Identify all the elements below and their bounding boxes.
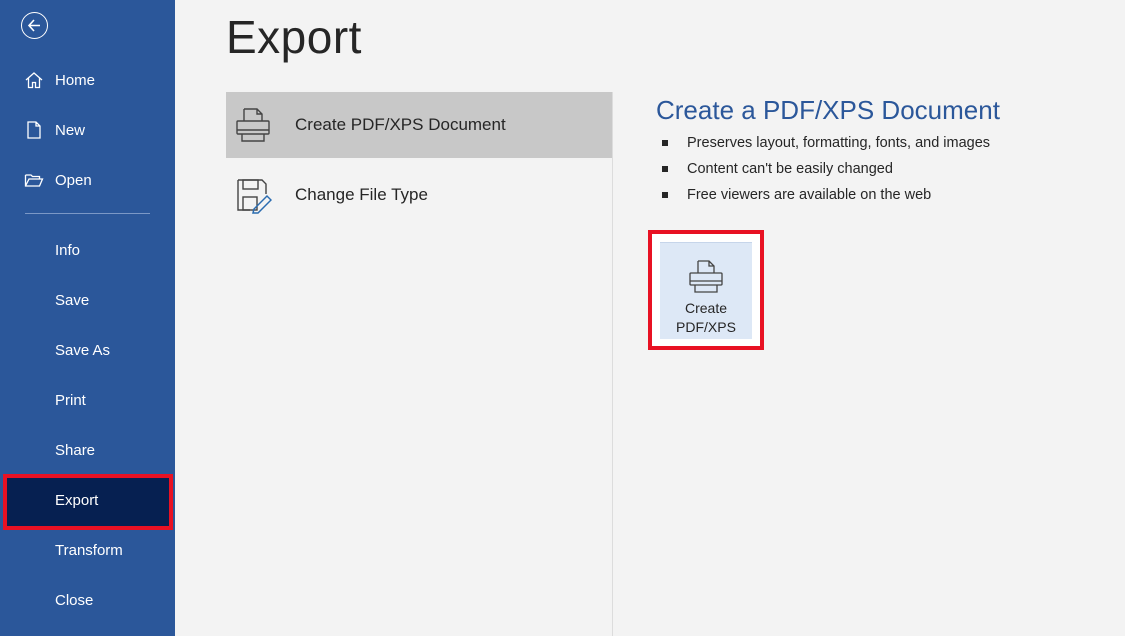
bullet-item: Preserves layout, formatting, fonts, and… [660, 132, 990, 158]
create-pdf-xps-label: Create PDF/XPS [676, 300, 736, 335]
option-label: Create PDF/XPS Document [295, 115, 506, 134]
sidebar-item-label: New [55, 121, 86, 139]
sidebar-item-new[interactable]: New [0, 112, 175, 148]
option-label: Change File Type [295, 185, 428, 204]
bullet-item: Free viewers are available on the web [660, 184, 990, 210]
option-change-file-type[interactable]: Change File Type [226, 162, 612, 228]
sidebar-item-label: Save As [55, 341, 111, 359]
sidebar-item-label: Save [55, 291, 90, 309]
sidebar-item-print[interactable]: Print [0, 382, 175, 418]
sidebar-item-label: Close [55, 591, 94, 609]
detail-title: Create a PDF/XPS Document [656, 95, 1000, 125]
sidebar-item-save[interactable]: Save [0, 282, 175, 318]
sidebar-item-label: Transform [55, 541, 123, 559]
new-document-icon [27, 121, 41, 139]
create-pdf-highlight-box: Create PDF/XPS [648, 230, 764, 350]
option-create-pdf-xps[interactable]: Create PDF/XPS Document [226, 92, 612, 158]
sidebar-divider [25, 213, 150, 214]
pdf-printer-icon [236, 108, 270, 142]
page-title: Export [226, 11, 362, 63]
sidebar-item-close[interactable]: Close [0, 582, 175, 618]
export-options-panel: Create PDF/XPS Document Change File Type [226, 92, 613, 636]
sidebar-item-export[interactable]: Export [0, 482, 175, 518]
change-file-type-icon [237, 179, 272, 214]
home-icon [25, 72, 43, 89]
sidebar-item-label: Info [55, 241, 81, 259]
bullet-item: Content can't be easily changed [660, 158, 990, 184]
sidebar-item-transform[interactable]: Transform [0, 532, 175, 568]
sidebar-item-open[interactable]: Open [0, 162, 175, 198]
sidebar-item-share[interactable]: Share [0, 432, 175, 468]
sidebar-item-label: Export [55, 491, 99, 509]
sidebar-item-save-as[interactable]: Save As [0, 332, 175, 368]
detail-bullet-list: Preserves layout, formatting, fonts, and… [660, 132, 990, 210]
sidebar-item-label: Share [55, 441, 96, 459]
create-pdf-xps-button[interactable]: Create PDF/XPS [660, 242, 752, 339]
pdf-printer-icon [689, 260, 723, 293]
sidebar-item-label: Home [55, 71, 96, 89]
backstage-sidebar: Home New Open Info Save Save As Print Sh… [0, 0, 175, 636]
open-folder-icon [24, 174, 44, 187]
back-button[interactable] [21, 12, 48, 39]
sidebar-item-label: Print [55, 391, 86, 409]
back-arrow-icon [27, 19, 40, 32]
sidebar-item-info[interactable]: Info [0, 232, 175, 268]
sidebar-item-label: Open [55, 171, 92, 189]
sidebar-item-home[interactable]: Home [0, 62, 175, 98]
